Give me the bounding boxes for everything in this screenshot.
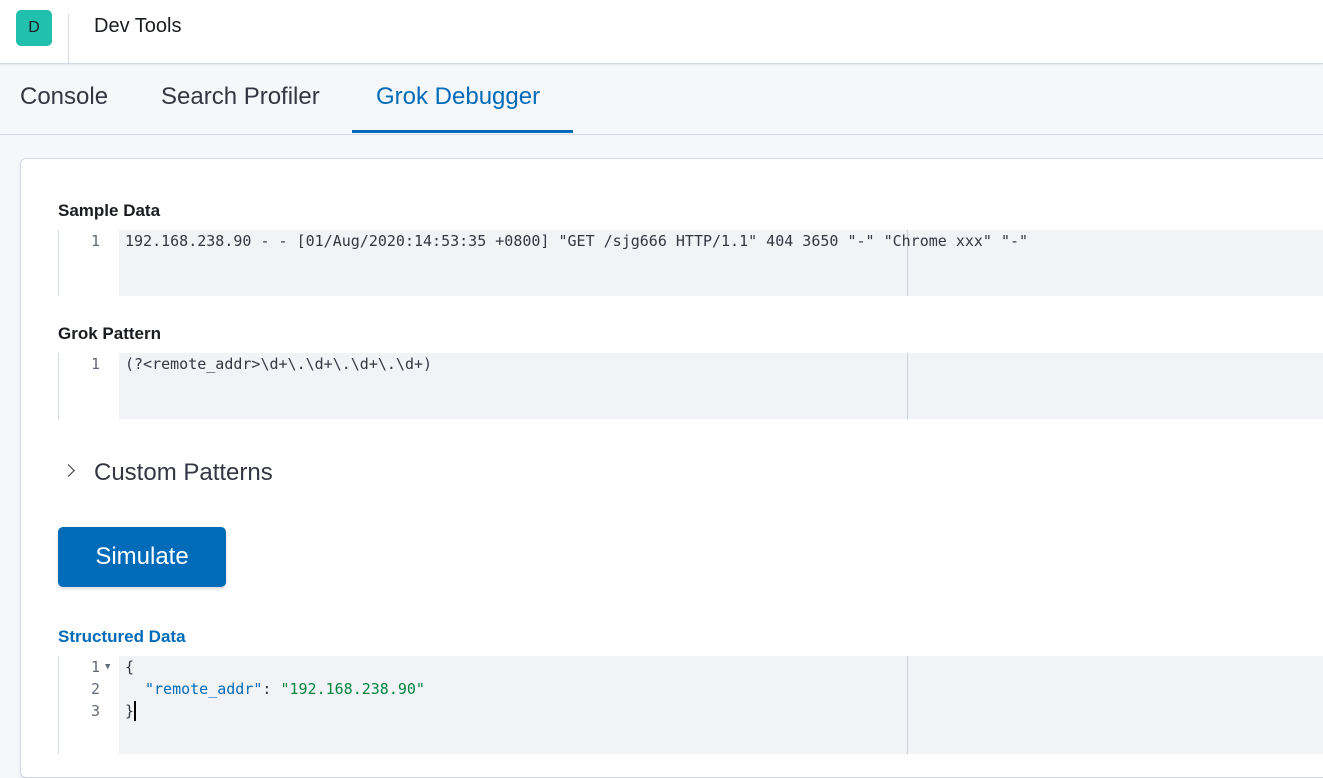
dev-tools-tabs: Console Search Profiler Grok Debugger [0,64,1323,135]
space-avatar[interactable]: D [16,10,52,46]
header-divider [68,14,69,64]
grok-pattern-label: Grok Pattern [58,324,161,343]
fold-arrow-icon[interactable]: ▼ [105,662,110,672]
print-margin [907,353,908,419]
line-number: 1 [90,658,100,676]
json-value: "192.168.238.90" [280,680,425,698]
line-number: 1 [90,232,100,250]
tab-search-profiler[interactable]: Search Profiler [161,83,320,111]
sample-data-editor[interactable]: 1 192.168.238.90 - - [01/Aug/2020:14:53:… [58,230,1323,296]
grok-pattern-line[interactable]: (?<remote_addr>\d+\.\d+\.\d+\.\d+) [125,355,432,373]
sample-data-line[interactable]: 192.168.238.90 - - [01/Aug/2020:14:53:35… [125,232,1028,250]
json-colon: : [262,680,281,698]
text-cursor [134,701,136,721]
app-header: D Dev Tools [0,0,1323,64]
simulate-button[interactable]: Simulate [58,527,226,587]
breadcrumb-title: Dev Tools [94,15,182,37]
structured-data-label: Structured Data [58,627,186,646]
tab-console[interactable]: Console [20,83,108,111]
line-number: 2 [90,680,100,698]
line-number: 1 [90,355,100,373]
active-tab-indicator [352,130,573,133]
sample-data-label: Sample Data [58,201,161,220]
grok-pattern-editor[interactable]: 1 (?<remote_addr>\d+\.\d+\.\d+\.\d+) [58,353,1323,419]
custom-patterns-label[interactable]: Custom Patterns [94,459,273,487]
json-open-brace: { [125,658,135,676]
structured-data-editor[interactable]: 1 ▼ 2 3 { "remote_addr": "192.168.238.90… [58,656,1323,754]
line-number: 3 [90,702,100,720]
json-entry: "remote_addr": "192.168.238.90" [145,680,425,698]
tab-grok-debugger[interactable]: Grok Debugger [376,83,540,111]
json-close-brace: } [125,702,135,720]
print-margin [907,656,908,754]
editor-code-area[interactable] [119,656,1323,754]
json-key: "remote_addr" [145,680,263,698]
